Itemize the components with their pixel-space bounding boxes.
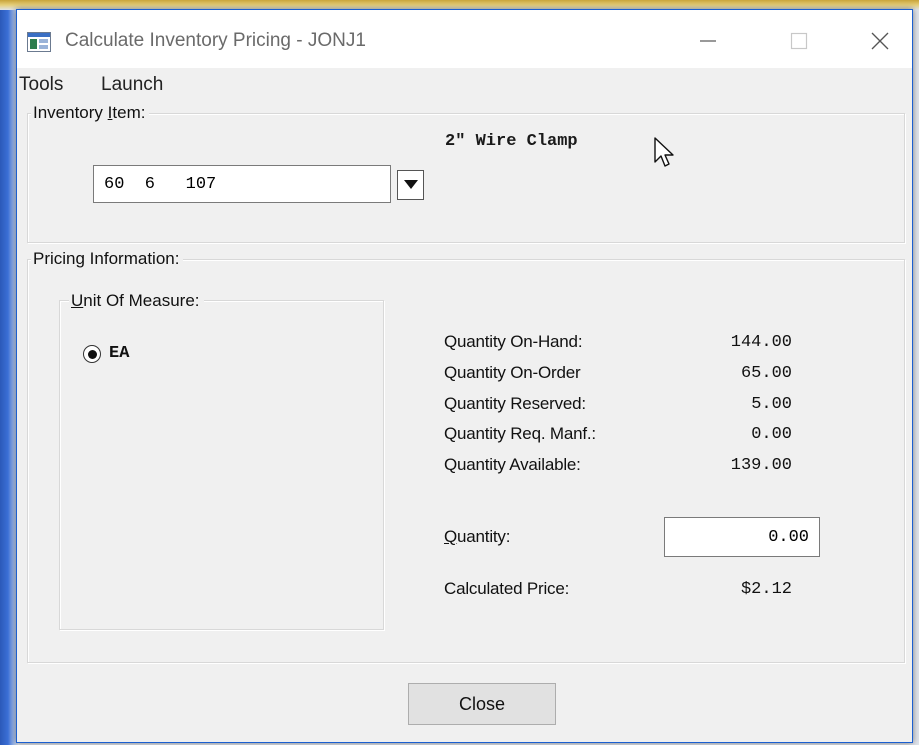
qty-reserved-value: 5.00 xyxy=(751,395,792,414)
app-window-icon xyxy=(27,32,51,52)
unit-of-measure-group-label: Unit Of Measure: xyxy=(69,291,204,311)
menu-launch[interactable]: Launch xyxy=(101,74,163,96)
minimize-icon xyxy=(700,40,716,42)
quantity-label: Quantity: xyxy=(444,527,511,546)
inventory-item-dropdown-button[interactable] xyxy=(397,170,424,200)
radio-selected-dot xyxy=(87,349,97,359)
inventory-item-group-label: Inventory Item: xyxy=(31,103,150,123)
mouse-pointer-icon xyxy=(653,136,677,170)
pricing-information-group-label: Pricing Information: xyxy=(31,249,184,269)
uom-radio-ea[interactable] xyxy=(83,345,101,363)
qty-on-hand-label: Quantity On-Hand: xyxy=(444,332,583,351)
qty-reserved-label: Quantity Reserved: xyxy=(444,394,586,413)
dropdown-arrow-icon xyxy=(403,180,418,189)
maximize-icon xyxy=(790,32,808,50)
uom-radio-ea-label[interactable]: EA xyxy=(109,344,129,363)
close-window-button[interactable] xyxy=(857,24,903,58)
calculated-price-label: Calculated Price: xyxy=(444,579,570,598)
minimize-button[interactable] xyxy=(685,24,731,58)
qty-on-order-value: 65.00 xyxy=(740,364,792,383)
qty-on-order-label: Quantity On-Order xyxy=(444,363,581,382)
qty-on-hand-value: 144.00 xyxy=(730,333,792,352)
menu-tools[interactable]: Tools xyxy=(19,74,63,96)
quantity-input[interactable]: 0.00 xyxy=(664,517,820,557)
calculate-pricing-window: Calculate Inventory Pricing - JONJ1 Tool… xyxy=(16,9,913,743)
inventory-item-input[interactable]: 60 6 107 xyxy=(93,165,391,203)
close-icon xyxy=(871,32,889,50)
close-button[interactable]: Close xyxy=(408,683,556,725)
menu-bar: Tools Launch xyxy=(17,68,912,100)
qty-req-manf-value: 0.00 xyxy=(751,425,792,444)
title-bar[interactable]: Calculate Inventory Pricing - JONJ1 xyxy=(17,10,912,68)
qty-available-label: Quantity Available: xyxy=(444,455,581,474)
item-description: 2" Wire Clamp xyxy=(445,132,578,151)
maximize-button[interactable] xyxy=(776,24,822,58)
calculated-price-value: $2.12 xyxy=(740,580,792,599)
unit-of-measure-group xyxy=(59,300,384,630)
qty-available-value: 139.00 xyxy=(730,456,792,475)
qty-req-manf-label: Quantity Req. Manf.: xyxy=(444,424,596,443)
window-title: Calculate Inventory Pricing - JONJ1 xyxy=(65,30,366,51)
